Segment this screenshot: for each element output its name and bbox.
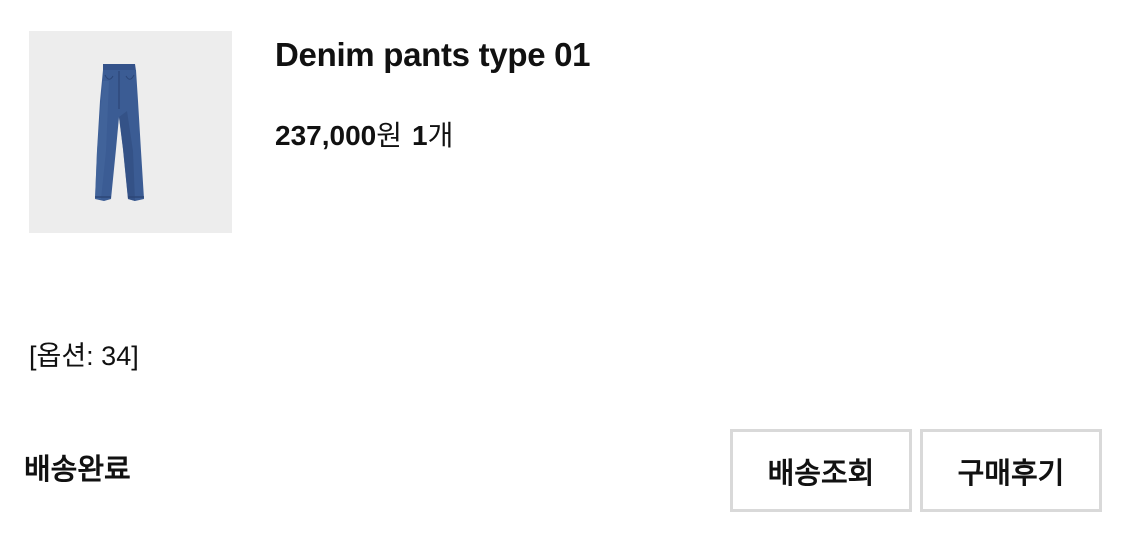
order-item: Denim pants type 01 237,000원 1개 [옵션: 34] … — [0, 0, 1125, 538]
price-unit: 원 — [376, 120, 402, 151]
delivery-status: 배송완료 — [24, 454, 131, 486]
quantity-amount: 1 — [411, 120, 428, 151]
quantity-unit: 개 — [427, 120, 454, 151]
product-image[interactable] — [29, 31, 232, 233]
price-amount: 237,000 — [275, 120, 377, 151]
track-delivery-button[interactable]: 배송조회 — [730, 429, 912, 512]
option-label: [옵션: 34] — [29, 341, 139, 371]
jeans-icon — [95, 64, 144, 201]
write-review-button[interactable]: 구매후기 — [920, 429, 1102, 512]
product-name[interactable]: Denim pants type 01 — [275, 36, 591, 74]
price-quantity: 237,000원 1개 — [275, 114, 453, 154]
